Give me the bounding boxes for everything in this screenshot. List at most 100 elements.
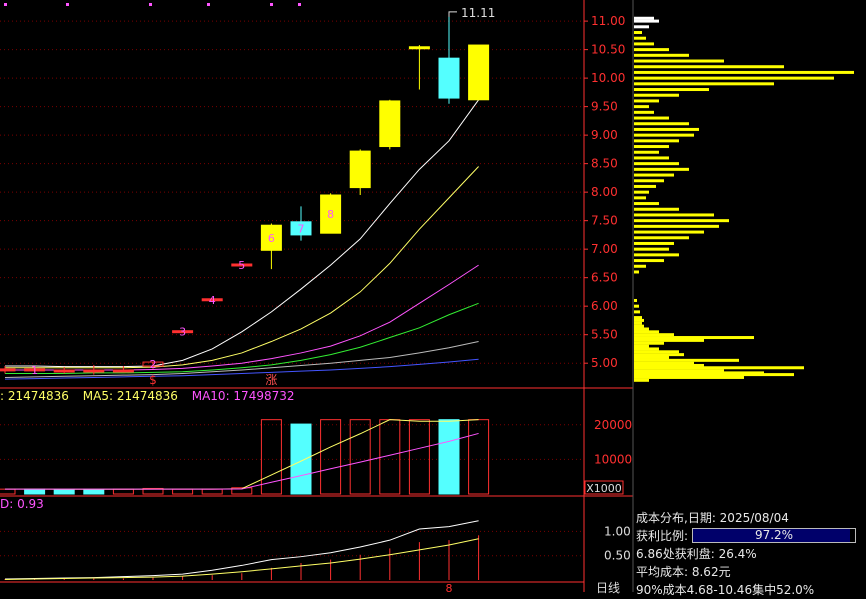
cost-profile-bar [634, 145, 669, 149]
cost-profile-bar [634, 190, 649, 194]
cost-profile-bar [634, 350, 679, 354]
cost-profile-bar [634, 316, 642, 320]
cost-profile-bar [634, 202, 659, 206]
cost-profile-bar [634, 105, 649, 109]
candle-sequence-label: 7 [298, 222, 305, 235]
cost-profile-bar [634, 162, 679, 166]
cost-profile-bar [634, 48, 669, 52]
cost-profile-bar [634, 116, 669, 120]
cost-profile-bar [634, 358, 739, 362]
volume-bar [438, 419, 460, 495]
price-tick-label: 10.50 [591, 43, 625, 57]
cost-profile-bar [634, 110, 654, 114]
cost-profile-bar [634, 59, 724, 63]
cost-profile-bar [634, 318, 644, 322]
volume-tick-label: 20000 [594, 418, 632, 432]
candle-sequence-label: 5 [238, 259, 245, 272]
candle-body [53, 369, 75, 373]
cost-profile-bar [634, 65, 784, 69]
volume-legend-ma10: MA10: 17498732 [191, 389, 295, 403]
cost-profile-bar [634, 213, 714, 217]
period-tab-daily[interactable]: 日线 [596, 579, 620, 596]
volume-bar [201, 488, 223, 495]
cost-profile-bar [634, 93, 679, 97]
cost-title: 成本分布,日期: 2025/08/04 [636, 511, 789, 525]
volume-bar [0, 488, 16, 495]
cost-profile-bar [634, 304, 639, 308]
cost-profile-bar [634, 355, 669, 359]
volume-bar [320, 419, 342, 495]
candle-body [468, 44, 490, 101]
cost-profile-bar [634, 378, 649, 382]
top-marker [4, 3, 7, 6]
moving-average-line [4, 341, 479, 378]
candle-body [438, 57, 460, 99]
volume-bar [468, 419, 490, 495]
profit-ratio-bar: 97.2% [692, 528, 856, 543]
price-tick-label: 9.00 [591, 128, 618, 142]
cost-profile-bar [634, 310, 640, 314]
cost-profile-bar [634, 375, 744, 379]
stock-chart-canvas[interactable]: 11.0010.5010.009.509.008.508.007.507.006… [0, 0, 866, 592]
price-tick-label: 11.00 [591, 14, 625, 28]
cost-profile-bar [634, 88, 709, 92]
candle-body [0, 368, 16, 372]
volume-bar [112, 488, 134, 495]
price-tick-label: 7.00 [591, 242, 618, 256]
candle-body [408, 46, 430, 50]
top-marker [66, 3, 69, 6]
cost-profile-bar [634, 259, 664, 263]
cost-profile-bar [634, 327, 649, 331]
signal-marker: $ [149, 373, 157, 387]
candle-body [112, 369, 134, 373]
cost-profile-bar [634, 196, 646, 200]
volume-bar [83, 489, 105, 495]
cost-profile-bar [634, 184, 656, 188]
volume-legend-vol: : 21474836 [0, 389, 69, 403]
cost-profile-bar [634, 70, 854, 74]
candle-body [83, 369, 105, 373]
cost-profile-bar [634, 19, 659, 23]
indicator-line-1 [4, 520, 479, 580]
cost-profile-bar [634, 76, 834, 80]
candle-sequence-label: 3 [179, 326, 186, 339]
cost-profile-bar [634, 219, 729, 223]
signal-marker: 涨 [265, 372, 277, 387]
volume-bar [290, 423, 312, 495]
price-tick-label: 8.50 [591, 157, 618, 171]
cost-profile-bar [634, 361, 694, 365]
price-tick-label: 8.00 [591, 185, 618, 199]
cost-profile-bar [634, 241, 674, 245]
cost-profile-bar [634, 230, 704, 234]
top-marker [270, 3, 273, 6]
volume-tick-label: 10000 [594, 452, 632, 466]
cost-profile-bar [634, 333, 674, 337]
cost-profile-bar [634, 270, 639, 274]
candle-sequence-label: 8 [327, 208, 334, 221]
candle-sequence-label: 4 [209, 294, 216, 307]
cost-distribution-panel: 成本分布,日期: 2025/08/04 获利比例: 97.2% 6.86处获利盘… [636, 509, 866, 599]
price-tick-label: 10.00 [591, 71, 625, 85]
cost-profile-bar [634, 253, 679, 257]
cost-profile-bar [634, 31, 642, 35]
cost-profile-bar [634, 150, 659, 154]
price-tick-label: 9.50 [591, 100, 618, 114]
top-marker [207, 3, 210, 6]
volume-legend: : 21474836 MA5: 21474836 MA10: 17498732 [0, 389, 305, 403]
cost-profile-bar [634, 336, 754, 340]
cost-profile-bar [634, 122, 689, 126]
candle-sequence-label: 1 [31, 364, 38, 377]
top-marker [149, 3, 152, 6]
cost-profile-bar [634, 173, 674, 177]
top-marker [298, 3, 301, 6]
cost-profile-bar [634, 139, 679, 143]
cost-profile-bar [634, 179, 664, 183]
indicator-legend: D: 0.93 [0, 497, 44, 511]
high-pointer [448, 11, 457, 17]
volume-legend-ma5: MA5: 21474836 [82, 389, 178, 403]
cost-profile-bar [634, 347, 659, 351]
cost-profile-bar [634, 25, 649, 29]
indicator-bottom-marker: 8 [446, 582, 453, 592]
cost-profile-bar [634, 369, 724, 373]
cost-profile-bar [634, 82, 774, 86]
